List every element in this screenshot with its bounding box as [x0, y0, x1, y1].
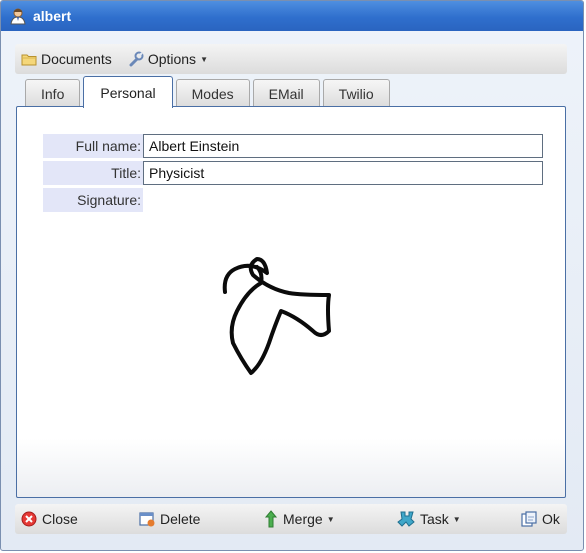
full-name-label: Full name: — [43, 134, 143, 158]
tab-label: Modes — [191, 85, 234, 102]
delete-label: Delete — [160, 511, 201, 527]
footer-bar: Close Delete Merge ▼ Task ▼ Ok — [15, 504, 567, 534]
tab-label: Info — [41, 85, 65, 102]
wrench-icon — [129, 51, 144, 67]
chevron-down-icon: ▼ — [452, 514, 461, 524]
merge-icon — [264, 510, 278, 528]
tab-twilio[interactable]: Twilio — [322, 79, 390, 107]
tab-email[interactable]: EMail — [252, 79, 320, 107]
full-name-row: Full name: Albert Einstein — [43, 134, 543, 158]
personal-panel: Full name: Albert Einstein Title: Physic… — [16, 106, 566, 498]
title-field[interactable]: Physicist — [143, 161, 543, 185]
tab-label: EMail — [268, 85, 304, 102]
merge-label: Merge — [283, 511, 323, 527]
tab-label: Twilio — [338, 85, 374, 102]
options-menu-button[interactable]: Options ▼ — [128, 51, 208, 67]
tab-bar: Info Personal Modes EMail Twilio — [25, 76, 393, 108]
close-icon — [21, 511, 37, 527]
signature-stroke — [222, 257, 331, 375]
task-label: Task — [420, 511, 449, 527]
toolbar: Documents Options ▼ — [15, 44, 567, 74]
signature-pad[interactable] — [217, 247, 337, 387]
tab-personal[interactable]: Personal — [83, 76, 173, 108]
ok-icon — [521, 511, 537, 527]
delete-icon — [139, 512, 155, 527]
options-label: Options — [147, 51, 197, 67]
title-bar[interactable]: albert — [1, 1, 583, 31]
ok-button[interactable]: Ok — [521, 504, 560, 534]
window-title: albert — [33, 8, 72, 24]
delete-button[interactable]: Delete — [139, 504, 200, 534]
title-row: Title: Physicist — [43, 161, 543, 185]
close-button[interactable]: Close — [21, 504, 78, 534]
dialog-window: albert Documents Options ▼ Info Personal… — [0, 0, 584, 551]
chevron-down-icon: ▼ — [200, 54, 208, 64]
close-label: Close — [42, 511, 78, 527]
tab-info[interactable]: Info — [25, 79, 81, 107]
signature-label: Signature: — [43, 188, 143, 212]
task-button[interactable]: Task ▼ — [397, 504, 461, 534]
merge-button[interactable]: Merge ▼ — [264, 504, 335, 534]
folder-icon — [21, 54, 37, 66]
tab-modes[interactable]: Modes — [175, 79, 250, 107]
signature-row: Signature: — [43, 188, 143, 212]
user-icon — [10, 8, 26, 25]
task-icon — [397, 511, 415, 527]
documents-label: Documents — [41, 51, 112, 67]
ok-label: Ok — [542, 511, 560, 527]
title-label: Title: — [43, 161, 143, 185]
documents-button[interactable]: Documents — [21, 51, 112, 67]
chevron-down-icon: ▼ — [326, 514, 335, 524]
tab-label: Personal — [100, 84, 156, 101]
full-name-field[interactable]: Albert Einstein — [143, 134, 543, 158]
